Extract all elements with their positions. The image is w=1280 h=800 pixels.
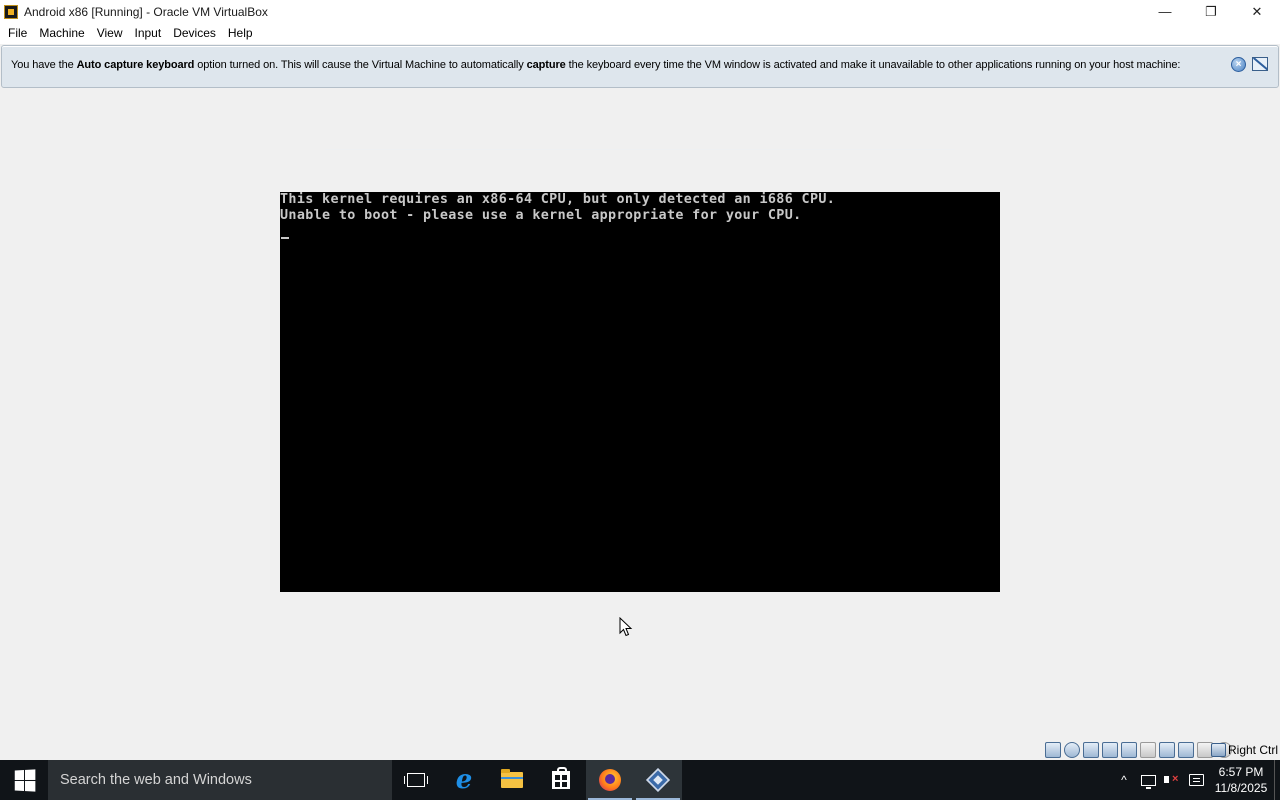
menu-file[interactable]: File (2, 23, 33, 44)
notification-message: You have the Auto capture keyboard optio… (11, 59, 1181, 71)
show-desktop-button[interactable] (1274, 760, 1280, 800)
audio-icon[interactable] (1083, 742, 1099, 758)
file-explorer-icon (501, 769, 523, 788)
network-status-icon (1140, 774, 1156, 789)
title-bar: Android x86 [Running] - Oracle VM Virtua… (0, 0, 1280, 23)
window-title: Android x86 [Running] - Oracle VM Virtua… (24, 4, 268, 19)
edge-button[interactable]: e (440, 760, 488, 800)
close-button[interactable]: ✕ (1234, 0, 1280, 23)
host-key-icon (1210, 743, 1226, 757)
store-icon (552, 767, 570, 789)
clock[interactable]: 6:57 PM 11/8/2025 (1208, 760, 1274, 800)
menu-bar: File Machine View Input Devices Help (0, 23, 1280, 44)
status-bar: Right Ctrl (0, 741, 1280, 760)
virtualbox-icon (645, 767, 671, 793)
clock-time: 6:57 PM (1218, 765, 1264, 779)
show-hidden-icons-chevron-icon[interactable]: ^ (1112, 760, 1136, 800)
virtualbox-button[interactable] (634, 760, 682, 800)
menu-help[interactable]: Help (222, 23, 259, 44)
menu-machine[interactable]: Machine (33, 23, 90, 44)
menu-input[interactable]: Input (129, 23, 168, 44)
volume-tray-button[interactable]: × (1160, 760, 1184, 800)
optical-drive-icon[interactable] (1064, 742, 1080, 758)
mouse-pointer-icon (619, 617, 633, 637)
clock-date: 11/8/2025 (1214, 781, 1268, 795)
action-center-button[interactable] (1184, 760, 1208, 800)
menu-view[interactable]: View (91, 23, 129, 44)
shared-folders-icon[interactable] (1140, 742, 1156, 758)
divider (325, 149, 955, 150)
taskbar: Search the web and Windows e ^ × 6:57 PM… (0, 760, 1280, 800)
volume-muted-icon: × (1164, 773, 1180, 787)
task-view-icon (404, 773, 428, 787)
restore-button[interactable]: ❐ (1188, 0, 1234, 23)
video-capture-icon[interactable] (1178, 742, 1194, 758)
menu-devices[interactable]: Devices (167, 23, 222, 44)
windows-logo-icon (14, 768, 35, 792)
action-center-icon (1188, 774, 1204, 786)
host-key-label: Right Ctrl (1227, 743, 1278, 757)
auto-capture-notification: You have the Auto capture keyboard optio… (1, 45, 1279, 88)
host-key-indicator[interactable]: Right Ctrl (1210, 743, 1278, 757)
start-button[interactable] (0, 760, 48, 800)
network-icon[interactable] (1102, 742, 1118, 758)
minimize-button[interactable]: — (1142, 0, 1188, 23)
console-line: Unable to boot - please use a kernel app… (280, 208, 802, 223)
virtualbox-app-icon[interactable] (3, 4, 19, 20)
firefox-icon (599, 769, 621, 791)
console-line: This kernel requires an x86-64 CPU, but … (280, 192, 836, 207)
search-placeholder: Search the web and Windows (60, 772, 252, 788)
network-tray-button[interactable] (1136, 760, 1160, 800)
vm-display-area[interactable]: This kernel requires an x86-64 CPU, but … (0, 89, 1280, 741)
store-button[interactable] (537, 760, 585, 800)
edge-icon: e (455, 765, 473, 795)
do-not-show-again-icon[interactable] (1252, 57, 1268, 73)
text-cursor (281, 237, 289, 239)
search-box[interactable]: Search the web and Windows (48, 760, 392, 800)
vm-screen[interactable]: This kernel requires an x86-64 CPU, but … (280, 192, 1000, 592)
file-explorer-button[interactable] (488, 760, 536, 800)
system-tray: ^ × 6:57 PM 11/8/2025 (1112, 760, 1280, 800)
firefox-button[interactable] (586, 760, 634, 800)
usb-icon[interactable] (1121, 742, 1137, 758)
task-view-button[interactable] (392, 760, 440, 800)
display-icon[interactable] (1159, 742, 1175, 758)
hard-disk-icon[interactable] (1045, 742, 1061, 758)
close-notification-icon[interactable]: × (1231, 57, 1247, 73)
